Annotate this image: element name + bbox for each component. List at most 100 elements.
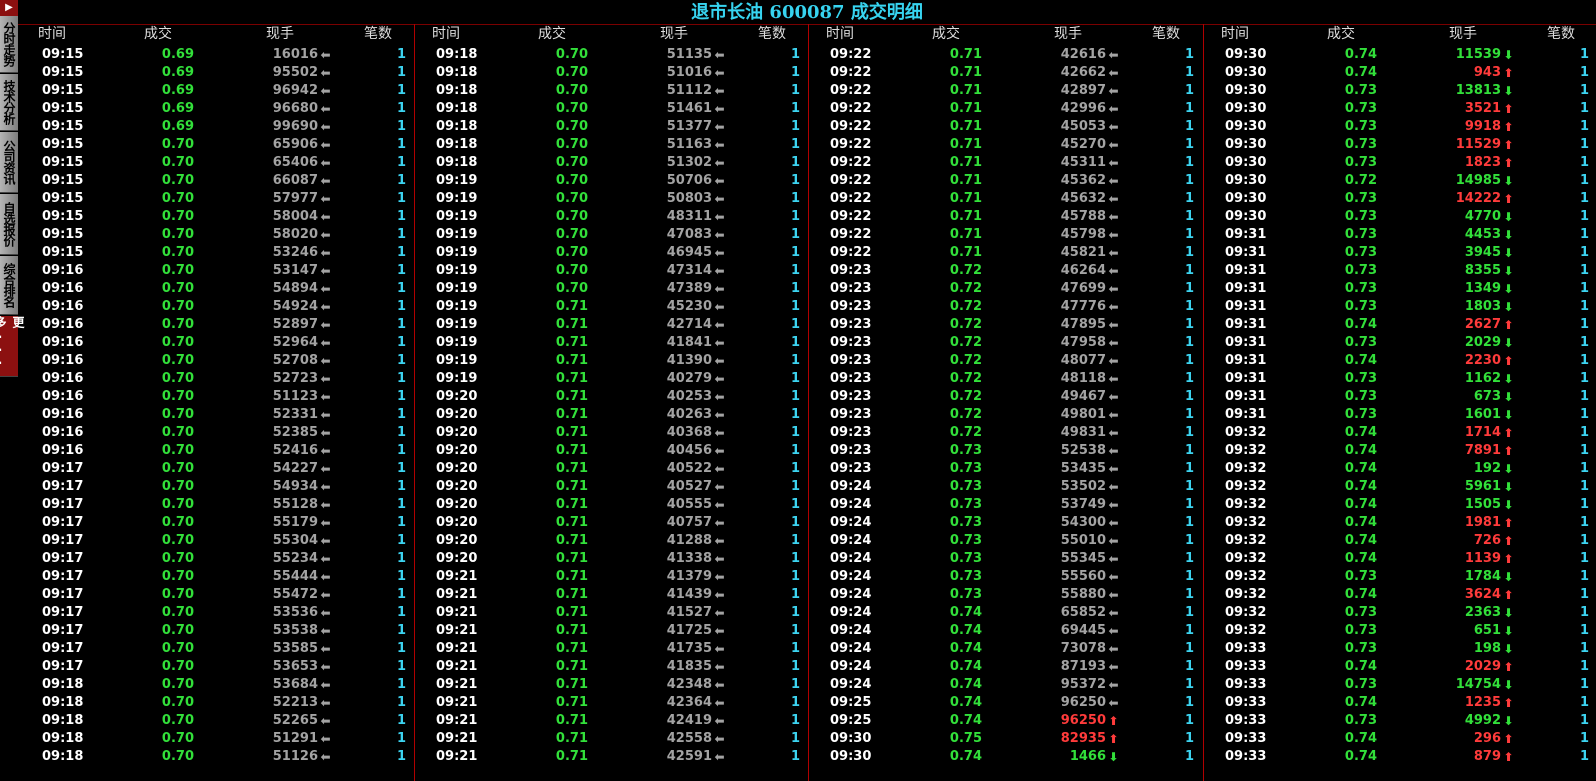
trade-row[interactable]: 09:20 0.71 40757 ⬅ 1 bbox=[414, 514, 808, 532]
trade-row[interactable]: 09:31 0.73 673 ⬇ 1 bbox=[1203, 388, 1596, 406]
trade-row[interactable]: 09:21 0.71 41735 ⬅ 1 bbox=[414, 640, 808, 658]
trade-row[interactable]: 09:25 0.74 96250 ⬅ 1 bbox=[808, 694, 1203, 712]
trade-row[interactable]: 09:18 0.70 51135 ⬅ 1 bbox=[414, 46, 808, 64]
trade-row[interactable]: 09:16 0.70 52708 ⬅ 1 bbox=[20, 352, 414, 370]
trade-row[interactable]: 09:23 0.72 47776 ⬅ 1 bbox=[808, 298, 1203, 316]
trade-row[interactable]: 09:19 0.70 47083 ⬅ 1 bbox=[414, 226, 808, 244]
trade-row[interactable]: 09:33 0.74 2029 ⬆ 1 bbox=[1203, 658, 1596, 676]
trade-row[interactable]: 09:30 0.73 4770 ⬇ 1 bbox=[1203, 208, 1596, 226]
trade-row[interactable]: 09:17 0.70 53536 ⬅ 1 bbox=[20, 604, 414, 622]
trade-row[interactable]: 09:22 0.71 42616 ⬅ 1 bbox=[808, 46, 1203, 64]
trade-row[interactable]: 09:22 0.71 45362 ⬅ 1 bbox=[808, 172, 1203, 190]
trade-row[interactable]: 09:16 0.70 54924 ⬅ 1 bbox=[20, 298, 414, 316]
trade-row[interactable]: 09:21 0.71 41835 ⬅ 1 bbox=[414, 658, 808, 676]
trade-row[interactable]: 09:21 0.71 42364 ⬅ 1 bbox=[414, 694, 808, 712]
trade-row[interactable]: 09:20 0.71 40527 ⬅ 1 bbox=[414, 478, 808, 496]
trade-row[interactable]: 09:20 0.71 40253 ⬅ 1 bbox=[414, 388, 808, 406]
trade-row[interactable]: 09:32 0.74 726 ⬆ 1 bbox=[1203, 532, 1596, 550]
trade-row[interactable]: 09:18 0.70 51291 ⬅ 1 bbox=[20, 730, 414, 748]
trade-row[interactable]: 09:16 0.70 52385 ⬅ 1 bbox=[20, 424, 414, 442]
exit-icon[interactable]: ▶ bbox=[0, 0, 18, 16]
trade-row[interactable]: 09:24 0.74 69445 ⬅ 1 bbox=[808, 622, 1203, 640]
trade-row[interactable]: 09:18 0.70 51126 ⬅ 1 bbox=[20, 748, 414, 766]
trade-row[interactable]: 09:20 0.71 40456 ⬅ 1 bbox=[414, 442, 808, 460]
tab-company-news[interactable]: 公司资讯 bbox=[0, 132, 18, 193]
trade-row[interactable]: 09:15 0.69 96680 ⬅ 1 bbox=[20, 100, 414, 118]
trade-row[interactable]: 09:21 0.71 42419 ⬅ 1 bbox=[414, 712, 808, 730]
trade-row[interactable]: 09:17 0.70 55234 ⬅ 1 bbox=[20, 550, 414, 568]
trade-row[interactable]: 09:16 0.70 54894 ⬅ 1 bbox=[20, 280, 414, 298]
trade-row[interactable]: 09:22 0.71 42996 ⬅ 1 bbox=[808, 100, 1203, 118]
trade-row[interactable]: 09:17 0.70 54934 ⬅ 1 bbox=[20, 478, 414, 496]
tab-ranking[interactable]: 综合排名 bbox=[0, 256, 18, 315]
trade-row[interactable]: 09:18 0.70 51461 ⬅ 1 bbox=[414, 100, 808, 118]
trade-row[interactable]: 09:31 0.73 3945 ⬇ 1 bbox=[1203, 244, 1596, 262]
trade-row[interactable]: 09:23 0.72 47958 ⬅ 1 bbox=[808, 334, 1203, 352]
trade-row[interactable]: 09:23 0.72 46264 ⬅ 1 bbox=[808, 262, 1203, 280]
trade-row[interactable]: 09:30 0.73 9918 ⬆ 1 bbox=[1203, 118, 1596, 136]
trade-row[interactable]: 09:17 0.70 55472 ⬅ 1 bbox=[20, 586, 414, 604]
trade-row[interactable]: 09:31 0.73 1162 ⬇ 1 bbox=[1203, 370, 1596, 388]
trade-row[interactable]: 09:24 0.73 53749 ⬅ 1 bbox=[808, 496, 1203, 514]
trade-row[interactable]: 09:15 0.70 65406 ⬅ 1 bbox=[20, 154, 414, 172]
trade-row[interactable]: 09:18 0.70 51016 ⬅ 1 bbox=[414, 64, 808, 82]
trade-row[interactable]: 09:15 0.69 95502 ⬅ 1 bbox=[20, 64, 414, 82]
tab-more[interactable]: 更多... bbox=[0, 316, 25, 377]
trade-row[interactable]: 09:30 0.73 13813 ⬇ 1 bbox=[1203, 82, 1596, 100]
trade-row[interactable]: 09:21 0.71 42348 ⬅ 1 bbox=[414, 676, 808, 694]
trade-row[interactable]: 09:17 0.70 53538 ⬅ 1 bbox=[20, 622, 414, 640]
trade-row[interactable]: 09:31 0.73 4453 ⬇ 1 bbox=[1203, 226, 1596, 244]
trade-row[interactable]: 09:16 0.70 52897 ⬅ 1 bbox=[20, 316, 414, 334]
trade-row[interactable]: 09:24 0.73 54300 ⬅ 1 bbox=[808, 514, 1203, 532]
trade-row[interactable]: 09:23 0.72 47895 ⬅ 1 bbox=[808, 316, 1203, 334]
trade-row[interactable]: 09:30 0.73 11529 ⬆ 1 bbox=[1203, 136, 1596, 154]
trade-row[interactable]: 09:19 0.70 46945 ⬅ 1 bbox=[414, 244, 808, 262]
trade-row[interactable]: 09:32 0.73 1784 ⬇ 1 bbox=[1203, 568, 1596, 586]
trade-row[interactable]: 09:16 0.70 53147 ⬅ 1 bbox=[20, 262, 414, 280]
trade-row[interactable]: 09:15 0.70 65906 ⬅ 1 bbox=[20, 136, 414, 154]
trade-row[interactable]: 09:16 0.70 52964 ⬅ 1 bbox=[20, 334, 414, 352]
trade-row[interactable]: 09:19 0.71 45230 ⬅ 1 bbox=[414, 298, 808, 316]
trade-row[interactable]: 09:15 0.69 16016 ⬅ 1 bbox=[20, 46, 414, 64]
trade-row[interactable]: 09:24 0.73 55345 ⬅ 1 bbox=[808, 550, 1203, 568]
trade-row[interactable]: 09:15 0.70 53246 ⬅ 1 bbox=[20, 244, 414, 262]
trade-row[interactable]: 09:33 0.74 296 ⬆ 1 bbox=[1203, 730, 1596, 748]
trade-row[interactable]: 09:18 0.70 52265 ⬅ 1 bbox=[20, 712, 414, 730]
trade-row[interactable]: 09:32 0.74 1505 ⬇ 1 bbox=[1203, 496, 1596, 514]
trade-row[interactable]: 09:24 0.73 55010 ⬅ 1 bbox=[808, 532, 1203, 550]
trade-row[interactable]: 09:19 0.70 47389 ⬅ 1 bbox=[414, 280, 808, 298]
trade-row[interactable]: 09:23 0.73 52538 ⬅ 1 bbox=[808, 442, 1203, 460]
tab-technical[interactable]: 技术分析 bbox=[0, 74, 18, 131]
trade-row[interactable]: 09:17 0.70 55179 ⬅ 1 bbox=[20, 514, 414, 532]
trade-row[interactable]: 09:22 0.71 45053 ⬅ 1 bbox=[808, 118, 1203, 136]
trade-row[interactable]: 09:20 0.71 41338 ⬅ 1 bbox=[414, 550, 808, 568]
trade-row[interactable]: 09:18 0.70 52213 ⬅ 1 bbox=[20, 694, 414, 712]
trade-row[interactable]: 09:25 0.74 96250 ⬆ 1 bbox=[808, 712, 1203, 730]
trade-row[interactable]: 09:24 0.73 55880 ⬅ 1 bbox=[808, 586, 1203, 604]
trade-row[interactable]: 09:15 0.70 58004 ⬅ 1 bbox=[20, 208, 414, 226]
trade-row[interactable]: 09:20 0.71 40522 ⬅ 1 bbox=[414, 460, 808, 478]
trade-row[interactable]: 09:19 0.70 47314 ⬅ 1 bbox=[414, 262, 808, 280]
trade-row[interactable]: 09:21 0.71 41725 ⬅ 1 bbox=[414, 622, 808, 640]
trade-row[interactable]: 09:33 0.73 14754 ⬇ 1 bbox=[1203, 676, 1596, 694]
trade-row[interactable]: 09:32 0.74 1981 ⬆ 1 bbox=[1203, 514, 1596, 532]
trade-row[interactable]: 09:18 0.70 53684 ⬅ 1 bbox=[20, 676, 414, 694]
trade-row[interactable]: 09:23 0.72 49801 ⬅ 1 bbox=[808, 406, 1203, 424]
trade-row[interactable]: 09:18 0.70 51377 ⬅ 1 bbox=[414, 118, 808, 136]
trade-row[interactable]: 09:20 0.71 40555 ⬅ 1 bbox=[414, 496, 808, 514]
trade-row[interactable]: 09:22 0.71 45788 ⬅ 1 bbox=[808, 208, 1203, 226]
trade-row[interactable]: 09:24 0.73 55560 ⬅ 1 bbox=[808, 568, 1203, 586]
trade-row[interactable]: 09:15 0.69 99690 ⬅ 1 bbox=[20, 118, 414, 136]
trade-row[interactable]: 09:22 0.71 45798 ⬅ 1 bbox=[808, 226, 1203, 244]
trade-row[interactable]: 09:33 0.74 879 ⬆ 1 bbox=[1203, 748, 1596, 766]
trade-row[interactable]: 09:30 0.73 1823 ⬆ 1 bbox=[1203, 154, 1596, 172]
trade-row[interactable]: 09:17 0.70 53653 ⬅ 1 bbox=[20, 658, 414, 676]
trade-row[interactable]: 09:22 0.71 45270 ⬅ 1 bbox=[808, 136, 1203, 154]
trade-row[interactable]: 09:18 0.70 51163 ⬅ 1 bbox=[414, 136, 808, 154]
trade-row[interactable]: 09:24 0.74 65852 ⬅ 1 bbox=[808, 604, 1203, 622]
trade-row[interactable]: 09:24 0.74 87193 ⬅ 1 bbox=[808, 658, 1203, 676]
trade-row[interactable]: 09:22 0.71 45311 ⬅ 1 bbox=[808, 154, 1203, 172]
trade-row[interactable]: 09:22 0.71 42897 ⬅ 1 bbox=[808, 82, 1203, 100]
trade-row[interactable]: 09:32 0.74 192 ⬇ 1 bbox=[1203, 460, 1596, 478]
trade-row[interactable]: 09:31 0.73 2029 ⬇ 1 bbox=[1203, 334, 1596, 352]
